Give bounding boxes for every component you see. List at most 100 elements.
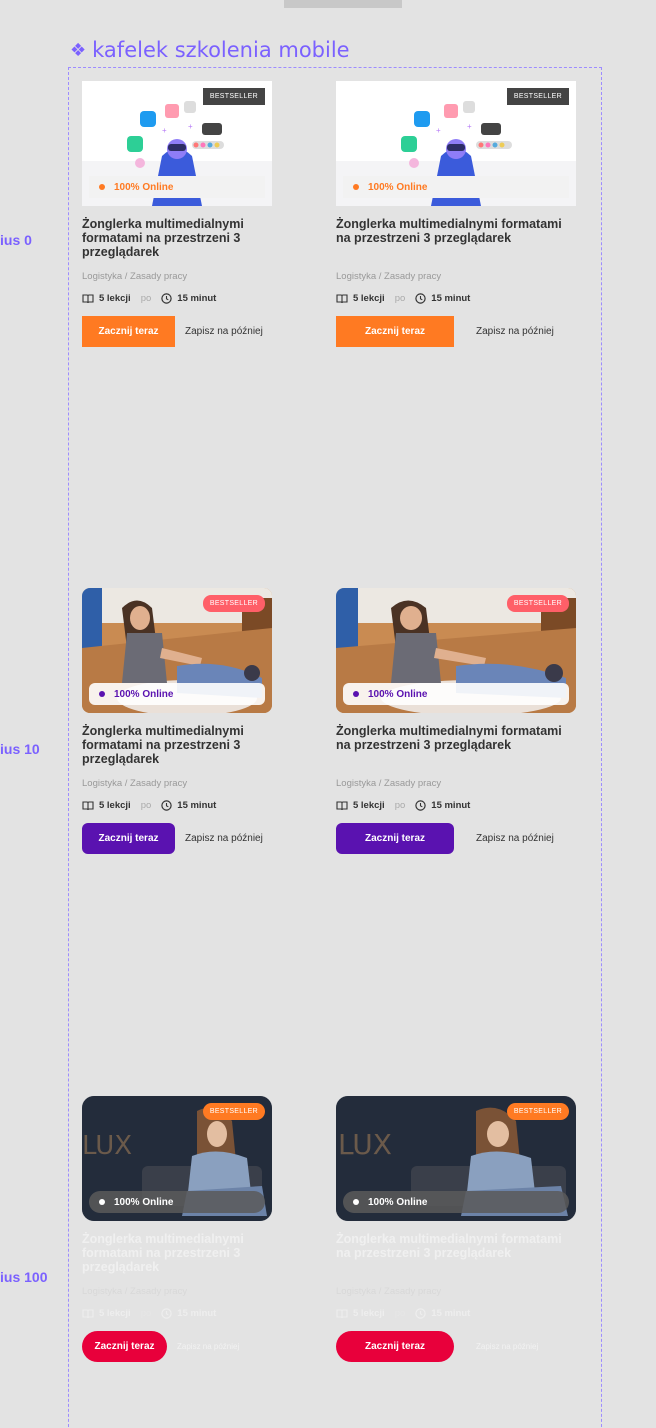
lessons-count: 5 lekcji <box>353 293 385 304</box>
online-label: 100% Online <box>89 683 265 705</box>
course-card[interactable]: LUX BESTSELLER 100% Online Żonglerka mul… <box>82 1096 272 1362</box>
course-title[interactable]: Żonglerka multimedialnymi formatami na p… <box>336 217 576 245</box>
card-actions: Zacznij teraz Zapisz na później <box>82 823 263 854</box>
online-label: 100% Online <box>343 683 569 705</box>
save-for-later-link[interactable]: Zapisz na później <box>476 833 554 844</box>
save-for-later-link[interactable]: Zapisz na później <box>185 833 263 844</box>
meta-separator: po <box>140 800 152 811</box>
course-title[interactable]: Żonglerka multimedialnymi formatami na p… <box>82 1232 272 1274</box>
course-card[interactable]: BESTSELLER 100% Online Żonglerka multime… <box>82 588 272 854</box>
card-actions: Zacznij teraz Zapisz na później <box>336 1331 538 1362</box>
svg-text:+: + <box>162 126 167 135</box>
lessons-count: 5 lekcji <box>99 293 131 304</box>
bestseller-badge: BESTSELLER <box>202 1103 265 1120</box>
course-title[interactable]: Żonglerka multimedialnymi formatami na p… <box>82 724 272 766</box>
frame-title-text: kafelek szkolenia mobile <box>92 38 350 62</box>
online-label-text: 100% Online <box>114 181 174 193</box>
book-icon <box>82 800 94 810</box>
meta-separator: po <box>394 1308 406 1319</box>
clock-icon <box>161 293 172 304</box>
online-label-text: 100% Online <box>368 1196 428 1208</box>
variant-label: ius 0 <box>0 232 32 248</box>
course-title[interactable]: Żonglerka multimedialnymi formatami na p… <box>82 217 272 259</box>
duration: 15 minut <box>431 1308 471 1319</box>
course-card[interactable]: + + BESTSELLER 100% Online Żonglerka mul… <box>82 81 272 347</box>
course-thumbnail: LUX BESTSELLER 100% Online <box>82 1096 272 1221</box>
book-icon <box>82 1308 94 1318</box>
bestseller-badge: BESTSELLER <box>506 88 569 105</box>
course-card[interactable]: + + BESTSELLER 100% Online Żonglerka mul… <box>336 81 576 347</box>
save-for-later-link[interactable]: Zapisz na później <box>476 1342 538 1351</box>
course-category: Logistyka / Zasady pracy <box>82 778 188 789</box>
meta-separator: po <box>140 1308 152 1319</box>
book-icon <box>82 293 94 303</box>
bestseller-badge: BESTSELLER <box>506 1103 569 1120</box>
status-dot <box>99 691 105 697</box>
status-dot <box>353 1199 359 1205</box>
start-now-button[interactable]: Zacznij teraz <box>336 1331 454 1362</box>
course-thumbnail: BESTSELLER 100% Online <box>82 588 272 713</box>
clock-icon <box>161 800 172 811</box>
card-actions: Zacznij teraz Zapisz na później <box>82 316 263 347</box>
online-label-text: 100% Online <box>114 1196 174 1208</box>
course-card[interactable]: LUX BESTSELLER 100% Online Żonglerka mul… <box>336 1096 576 1362</box>
save-for-later-link[interactable]: Zapisz na później <box>185 326 263 337</box>
online-label: 100% Online <box>89 176 265 198</box>
svg-text:LUX: LUX <box>82 1131 132 1161</box>
meta-separator: po <box>140 293 152 304</box>
clock-icon <box>415 293 426 304</box>
start-now-button[interactable]: Zacznij teraz <box>336 316 454 347</box>
book-icon <box>336 293 348 303</box>
start-now-button[interactable]: Zacznij teraz <box>82 1331 167 1362</box>
frame-title: ❖ kafelek szkolenia mobile <box>70 38 350 62</box>
course-category: Logistyka / Zasady pracy <box>336 778 442 789</box>
lessons-count: 5 lekcji <box>353 1308 385 1319</box>
status-dot <box>99 1199 105 1205</box>
start-now-button[interactable]: Zacznij teraz <box>336 823 454 854</box>
bestseller-badge: BESTSELLER <box>506 595 569 612</box>
duration: 15 minut <box>431 800 471 811</box>
course-category: Logistyka / Zasady pracy <box>82 271 188 282</box>
meta-separator: po <box>394 293 406 304</box>
online-label-text: 100% Online <box>114 688 174 700</box>
course-meta: 5 lekcji po 15 minut <box>82 1308 216 1319</box>
course-meta: 5 lekcji po 15 minut <box>336 293 470 304</box>
book-icon <box>336 800 348 810</box>
clock-icon <box>161 1308 172 1319</box>
course-meta: 5 lekcji po 15 minut <box>82 800 216 811</box>
lessons-count: 5 lekcji <box>99 800 131 811</box>
course-thumbnail: + + BESTSELLER 100% Online <box>82 81 272 206</box>
bestseller-badge: BESTSELLER <box>202 88 265 105</box>
clock-icon <box>415 800 426 811</box>
online-label: 100% Online <box>343 1191 569 1213</box>
online-label-text: 100% Online <box>368 181 428 193</box>
clock-icon <box>415 1308 426 1319</box>
online-label: 100% Online <box>343 176 569 198</box>
start-now-button[interactable]: Zacznij teraz <box>82 316 175 347</box>
svg-text:+: + <box>467 122 472 131</box>
status-dot <box>99 184 105 190</box>
course-thumbnail: + + BESTSELLER 100% Online <box>336 81 576 206</box>
course-title[interactable]: Żonglerka multimedialnymi formatami na p… <box>336 1232 576 1260</box>
status-dot <box>353 184 359 190</box>
svg-text:+: + <box>188 122 193 131</box>
save-for-later-link[interactable]: Zapisz na później <box>476 326 554 337</box>
save-for-later-link[interactable]: Zapisz na później <box>177 1342 239 1351</box>
start-now-button[interactable]: Zacznij teraz <box>82 823 175 854</box>
card-actions: Zacznij teraz Zapisz na później <box>336 823 554 854</box>
course-meta: 5 lekcji po 15 minut <box>336 1308 470 1319</box>
variant-label: ius 100 <box>0 1269 48 1285</box>
lessons-count: 5 lekcji <box>99 1308 131 1319</box>
duration: 15 minut <box>177 1308 217 1319</box>
course-title[interactable]: Żonglerka multimedialnymi formatami na p… <box>336 724 576 752</box>
svg-text:LUX: LUX <box>338 1128 392 1161</box>
card-actions: Zacznij teraz Zapisz na później <box>82 1331 239 1362</box>
course-meta: 5 lekcji po 15 minut <box>336 800 470 811</box>
svg-text:+: + <box>436 126 441 135</box>
course-card[interactable]: BESTSELLER 100% Online Żonglerka multime… <box>336 588 576 854</box>
course-thumbnail: BESTSELLER 100% Online <box>336 588 576 713</box>
online-label-text: 100% Online <box>368 688 428 700</box>
online-label: 100% Online <box>89 1191 265 1213</box>
course-category: Logistyka / Zasady pracy <box>336 1286 442 1297</box>
duration: 15 minut <box>177 293 217 304</box>
